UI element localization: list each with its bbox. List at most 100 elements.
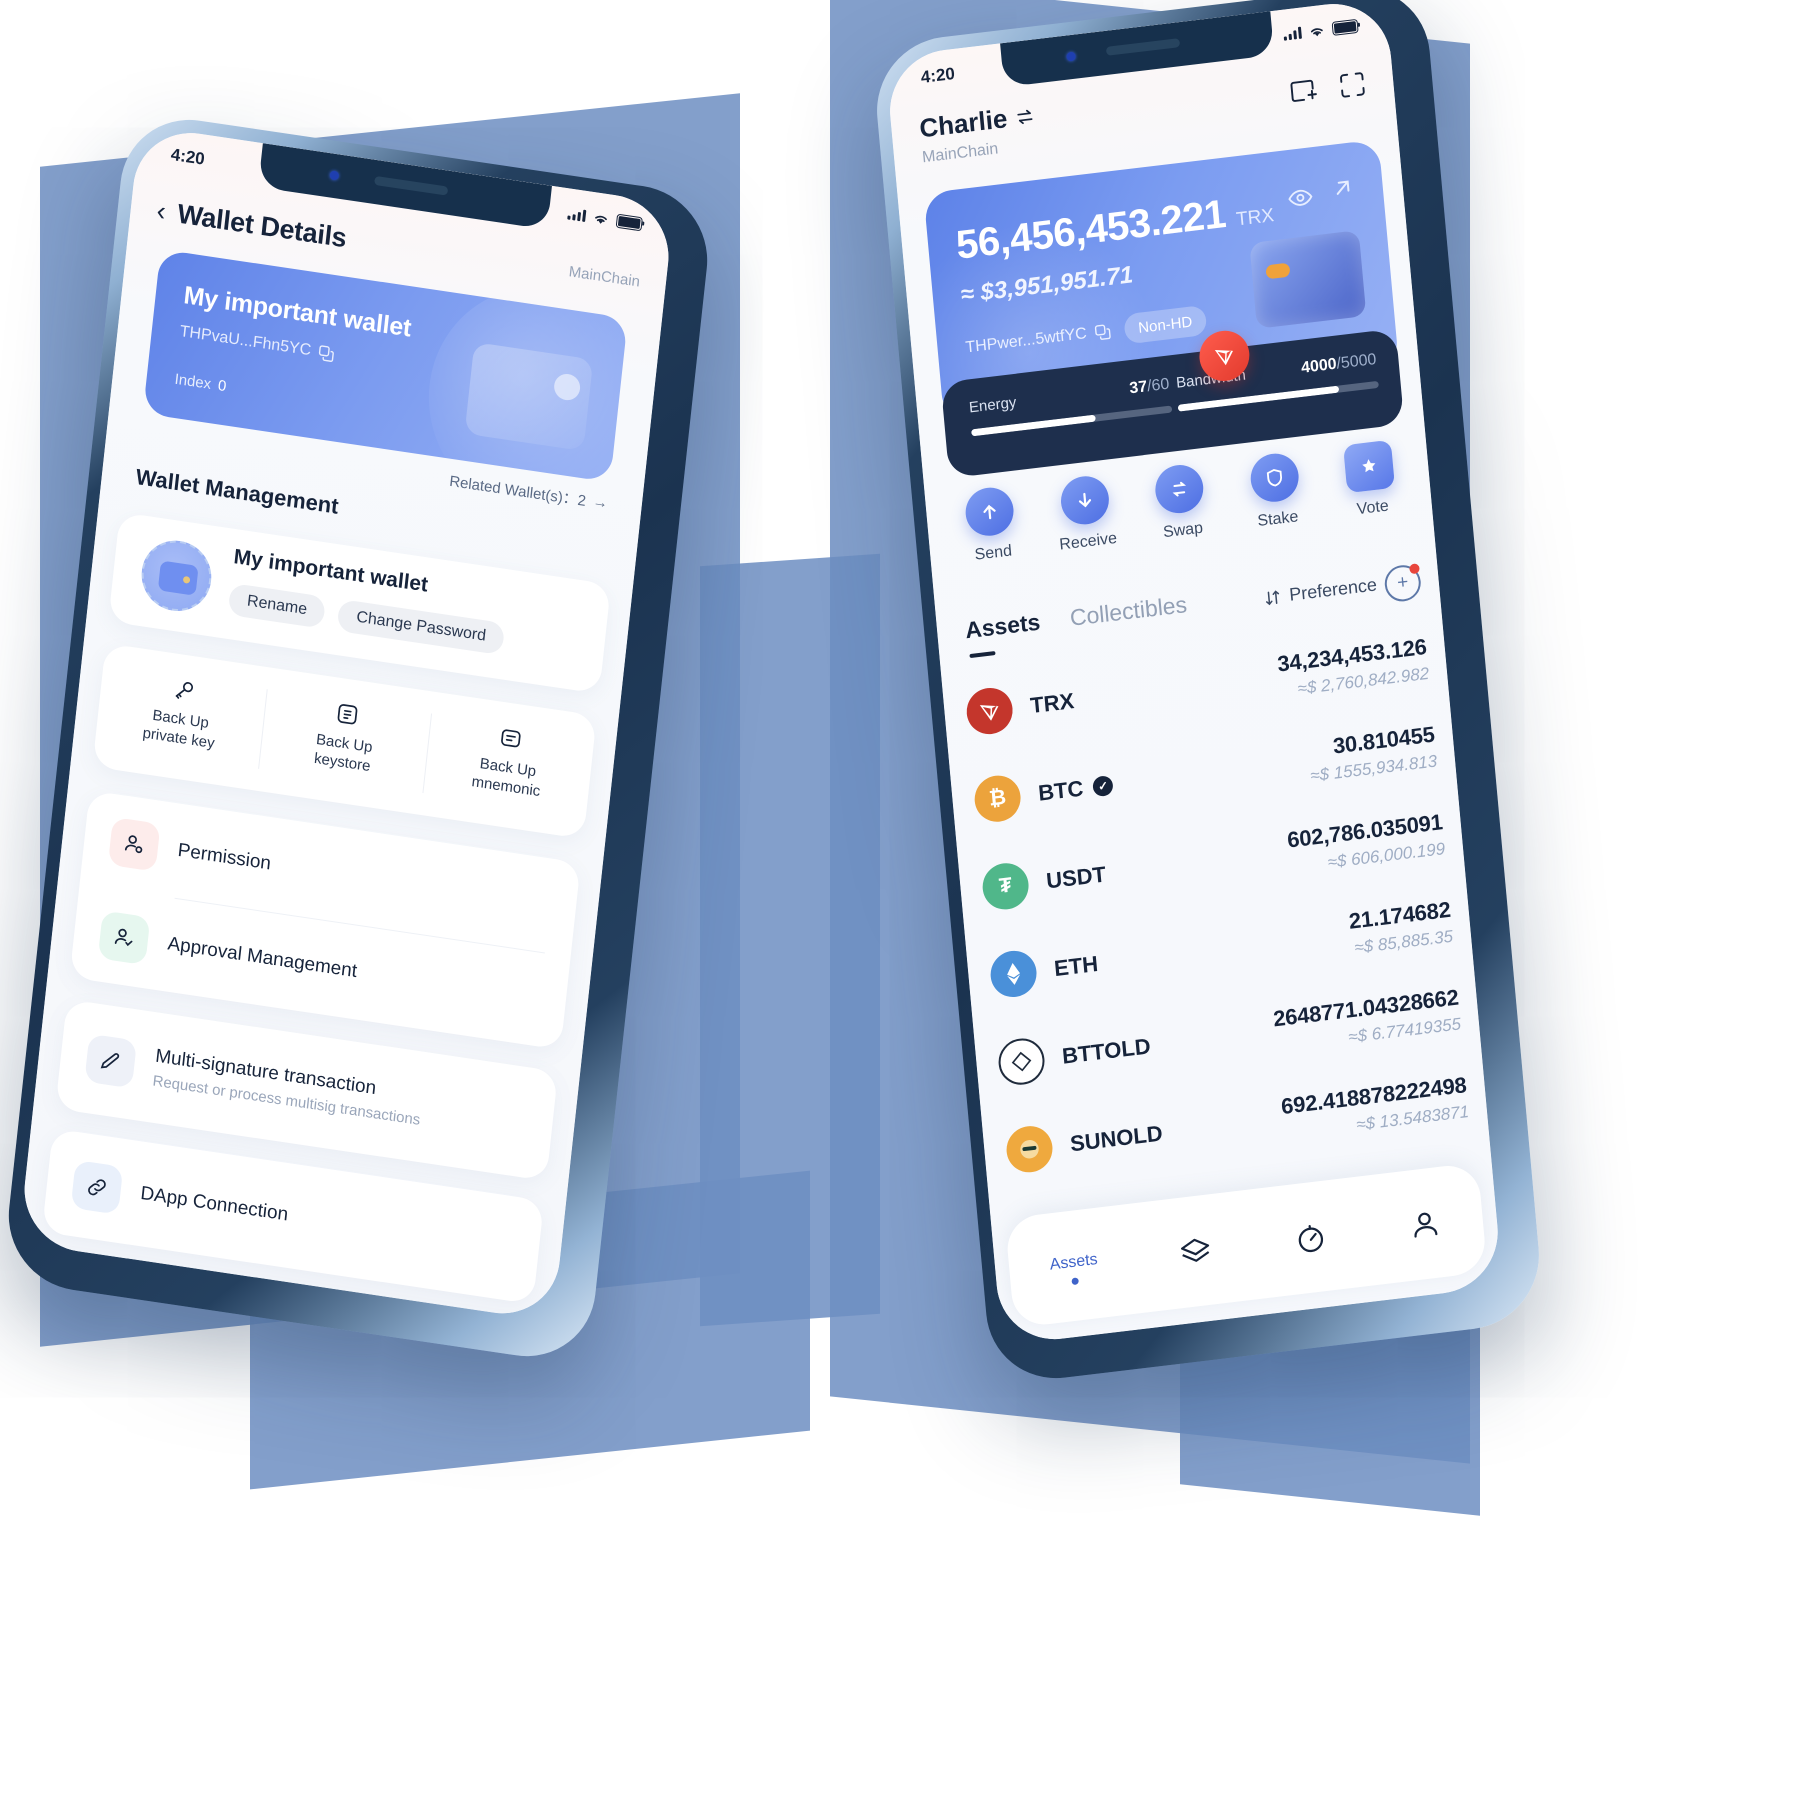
ticket-icon <box>1343 439 1396 494</box>
approval-icon <box>97 910 151 966</box>
asset-list: TRX 34,234,453.126 ≈$ 2,760,842.982 ₿ BT… <box>963 615 1472 1196</box>
asset-symbol: BTTOLD <box>1061 1033 1152 1069</box>
sort-icon <box>1265 589 1279 605</box>
arrow-up-icon <box>963 484 1016 539</box>
action-vote-label: Vote <box>1356 497 1390 519</box>
decorative-shadow-middle <box>700 553 880 1327</box>
action-receive-label: Receive <box>1058 529 1118 554</box>
switch-account-icon[interactable] <box>1014 105 1036 127</box>
front-camera <box>1066 51 1077 62</box>
related-wallets-label: Related Wallet(s)：2 <box>448 472 587 510</box>
bandwidth-value: 4000/5000 <box>1300 350 1378 377</box>
asset-symbol-wrap: BTC ✓ <box>1037 772 1114 807</box>
chain-label: MainChain <box>568 262 641 291</box>
action-stake[interactable]: Stake <box>1229 449 1321 534</box>
menu-item-approval-label: Approval Management <box>166 933 359 983</box>
layers-icon <box>1181 1238 1210 1262</box>
permission-icon <box>107 816 161 872</box>
multisig-icon <box>84 1033 138 1089</box>
action-swap-label: Swap <box>1162 519 1204 542</box>
front-camera <box>329 170 340 181</box>
tab-collectibles[interactable]: Collectibles <box>1069 591 1188 632</box>
wallet-address: THPvaU...Fhn5YC <box>178 322 312 360</box>
nav-active-dot <box>1071 1276 1080 1285</box>
copy-icon[interactable] <box>1094 323 1111 341</box>
wifi-icon <box>595 215 607 224</box>
menu-item-permission-label: Permission <box>176 839 272 875</box>
add-wallet-icon[interactable] <box>1286 74 1319 107</box>
copy-icon[interactable] <box>318 344 336 363</box>
tron-logo-icon <box>964 685 1015 737</box>
explore-icon <box>1298 1224 1323 1252</box>
eye-icon[interactable] <box>1286 183 1314 212</box>
asset-symbol: BTC <box>1037 775 1085 806</box>
balance-unit: TRX <box>1235 205 1275 231</box>
status-time: 4:20 <box>169 144 206 169</box>
wifi-icon <box>1310 27 1323 36</box>
sun-logo-icon <box>1004 1123 1055 1175</box>
wallet-avatar-icon <box>138 535 215 616</box>
nav-item-assets[interactable]: Assets <box>1049 1250 1100 1287</box>
asset-symbol: ETH <box>1053 950 1100 982</box>
action-send[interactable]: Send <box>945 483 1037 568</box>
action-send-label: Send <box>974 542 1013 564</box>
page-title: Wallet Details <box>176 197 348 253</box>
screenshot-stage: 4:20 ‹ Wallet Details MainChain My impor… <box>0 0 1800 1800</box>
bitcoin-logo-icon: ₿ <box>972 773 1023 825</box>
nav-item-layers[interactable] <box>1177 1233 1214 1276</box>
energy-block: Energy 37/60 <box>968 376 1172 437</box>
wallet-3d-illustration <box>1249 230 1367 329</box>
tether-logo-icon: ₮ <box>980 860 1031 912</box>
energy-value: 37/60 <box>1128 375 1171 398</box>
backup-private-key-button[interactable]: Back Up private key <box>92 643 269 790</box>
profile-icon <box>1414 1212 1438 1238</box>
wallet-details-page: 4:20 ‹ Wallet Details MainChain My impor… <box>18 124 675 1322</box>
scan-qr-icon[interactable] <box>1336 68 1369 101</box>
status-icons <box>1283 18 1359 42</box>
nav-item-explore[interactable] <box>1292 1219 1329 1262</box>
status-time: 4:20 <box>920 63 956 87</box>
action-swap[interactable]: Swap <box>1134 460 1226 545</box>
screen-right: 4:20 Charlie MainChain 56,456,453.221 TR… <box>884 0 1503 1346</box>
link-icon <box>70 1159 124 1215</box>
battery-icon <box>615 213 643 232</box>
header-actions <box>1286 60 1369 107</box>
cellular-icon <box>1283 26 1302 41</box>
action-vote[interactable]: Vote <box>1324 437 1416 522</box>
asset-tabs: Assets Collectibles <box>964 591 1188 644</box>
preference-label: Preference <box>1288 574 1378 605</box>
verified-badge-icon: ✓ <box>1092 774 1114 798</box>
section-title-wallet-management: Wallet Management <box>134 463 340 519</box>
menu-item-dapp-label: DApp Connection <box>139 1182 290 1226</box>
speaker-grill <box>373 175 448 196</box>
energy-label: Energy <box>968 393 1018 417</box>
cellular-icon <box>567 207 587 223</box>
wallet-home-page: 4:20 Charlie MainChain 56,456,453.221 TR… <box>884 0 1503 1346</box>
speaker-grill <box>1105 38 1180 56</box>
backup-keystore-button[interactable]: Back Up keystore <box>256 667 433 814</box>
change-password-button[interactable]: Change Password <box>336 599 506 656</box>
action-stake-label: Stake <box>1256 508 1300 531</box>
back-button[interactable]: ‹ <box>155 195 167 226</box>
asset-symbol: USDT <box>1045 861 1107 894</box>
add-token-icon[interactable]: + <box>1383 563 1423 604</box>
action-receive[interactable]: Receive <box>1040 471 1132 556</box>
nav-item-profile[interactable] <box>1407 1205 1444 1248</box>
nav-assets-label: Assets <box>1049 1250 1099 1274</box>
tab-assets[interactable]: Assets <box>964 609 1041 645</box>
arrow-right-icon: → <box>592 493 609 513</box>
asset-symbol: SUNOLD <box>1069 1120 1164 1157</box>
swap-icon <box>1153 462 1206 516</box>
wallet-index: Index 0 <box>174 371 227 396</box>
ethereum-logo-icon <box>988 948 1039 1000</box>
phone-mockup-left: 4:20 ‹ Wallet Details MainChain My impor… <box>1 110 715 1366</box>
screen-left: 4:20 ‹ Wallet Details MainChain My impor… <box>18 124 675 1322</box>
status-icons <box>567 206 643 232</box>
battery-icon <box>1331 18 1359 36</box>
arrow-up-right-icon[interactable] <box>1330 174 1356 201</box>
bittorrent-logo-icon <box>996 1035 1047 1088</box>
preference-button[interactable]: Preference <box>1263 574 1378 608</box>
backup-mnemonic-button[interactable]: Back Up mnemonic <box>420 692 597 839</box>
arrow-down-icon <box>1058 473 1111 528</box>
rename-button[interactable]: Rename <box>227 582 327 629</box>
